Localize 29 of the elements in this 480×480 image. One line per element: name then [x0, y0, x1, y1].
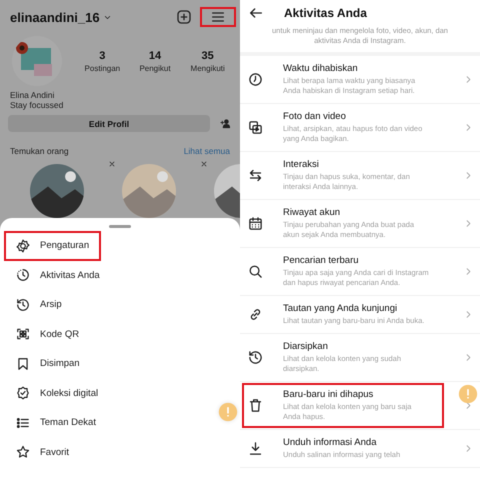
stat-label: Mengikuti — [190, 64, 226, 72]
menu-item[interactable]: Kode QR — [4, 320, 92, 349]
menu-item[interactable]: Teman Dekat — [4, 408, 108, 438]
item-title: Foto dan video — [283, 111, 347, 122]
item-title: Tautan yang Anda kunjungi — [283, 303, 398, 314]
menu-item[interactable]: Pengaturan — [4, 231, 102, 260]
item-title: Riwayat akun — [283, 207, 342, 218]
profile-name: Elina Andini — [9, 90, 56, 100]
item-title: Pencarian terbaru — [283, 255, 360, 266]
stat-count: 14 — [148, 50, 162, 62]
stat-label: Postingan — [84, 64, 122, 72]
page-title: Aktivitas Anda — [284, 6, 367, 20]
item-title: Interaksi — [283, 159, 320, 170]
menu-item[interactable]: Koleksi digital — [4, 378, 110, 408]
menu-item[interactable]: Aktivitas Anda — [4, 260, 112, 290]
stat-count: 35 — [200, 50, 215, 62]
menu-item[interactable]: Favorit — [4, 438, 82, 467]
item-title: Waktu dihabiskan — [283, 63, 359, 74]
stat-count: 3 — [98, 50, 106, 62]
menu-item[interactable]: Disimpan — [4, 349, 92, 378]
item-title: Unduh informasi Anda — [283, 437, 378, 448]
profile-bio: Stay focussed — [9, 100, 64, 110]
stat-label: Pengikut — [138, 64, 172, 72]
item-title: Diarsipkan — [283, 341, 329, 352]
section-title: Temukan orang — [10, 146, 69, 156]
edit-profile-button[interactable]: Edit Profil — [8, 115, 210, 132]
item-title: Baru-baru ini dihapus — [283, 389, 374, 400]
menu-item[interactable]: Arsip — [4, 290, 74, 320]
username[interactable]: elinaandini_16 — [10, 10, 100, 24]
